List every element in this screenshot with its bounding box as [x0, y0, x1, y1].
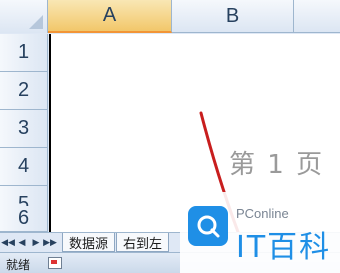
- sheet-tab-source[interactable]: 数据源: [62, 233, 116, 252]
- last-sheet-icon[interactable]: ▶▶: [43, 235, 57, 251]
- prev-sheet-icon[interactable]: ◀: [16, 235, 28, 251]
- column-header-b[interactable]: B: [172, 0, 294, 33]
- spreadsheet-grid: A B 1 2 3 4 5 6 第 1 页 ◀◀ ◀ ▶ ▶▶ 数据源 右到左 …: [0, 0, 340, 273]
- pconline-logo-icon: [188, 206, 228, 246]
- select-all-triangle-icon: [29, 15, 43, 29]
- row-header-4[interactable]: 4: [0, 148, 48, 186]
- watermark-brand: PConline: [236, 206, 289, 221]
- column-header-c[interactable]: [294, 0, 340, 33]
- macro-record-icon[interactable]: [48, 257, 62, 269]
- row-header-3[interactable]: 3: [0, 110, 48, 148]
- sheet-tab-right-to-left[interactable]: 右到左: [116, 233, 170, 252]
- page-watermark-label: 第 1 页: [229, 150, 325, 180]
- watermark-cn: IT百科: [236, 230, 332, 265]
- row-header-6[interactable]: 6: [0, 206, 48, 232]
- first-sheet-icon[interactable]: ◀◀: [1, 235, 15, 251]
- row-header-1[interactable]: 1: [0, 34, 48, 72]
- row-header-2[interactable]: 2: [0, 72, 48, 110]
- column-header-a[interactable]: A: [48, 0, 172, 33]
- select-all-corner[interactable]: [0, 0, 48, 33]
- next-sheet-icon[interactable]: ▶: [30, 235, 42, 251]
- status-ready: 就绪: [6, 258, 31, 272]
- pconline-watermark: PConline IT百科: [180, 192, 340, 273]
